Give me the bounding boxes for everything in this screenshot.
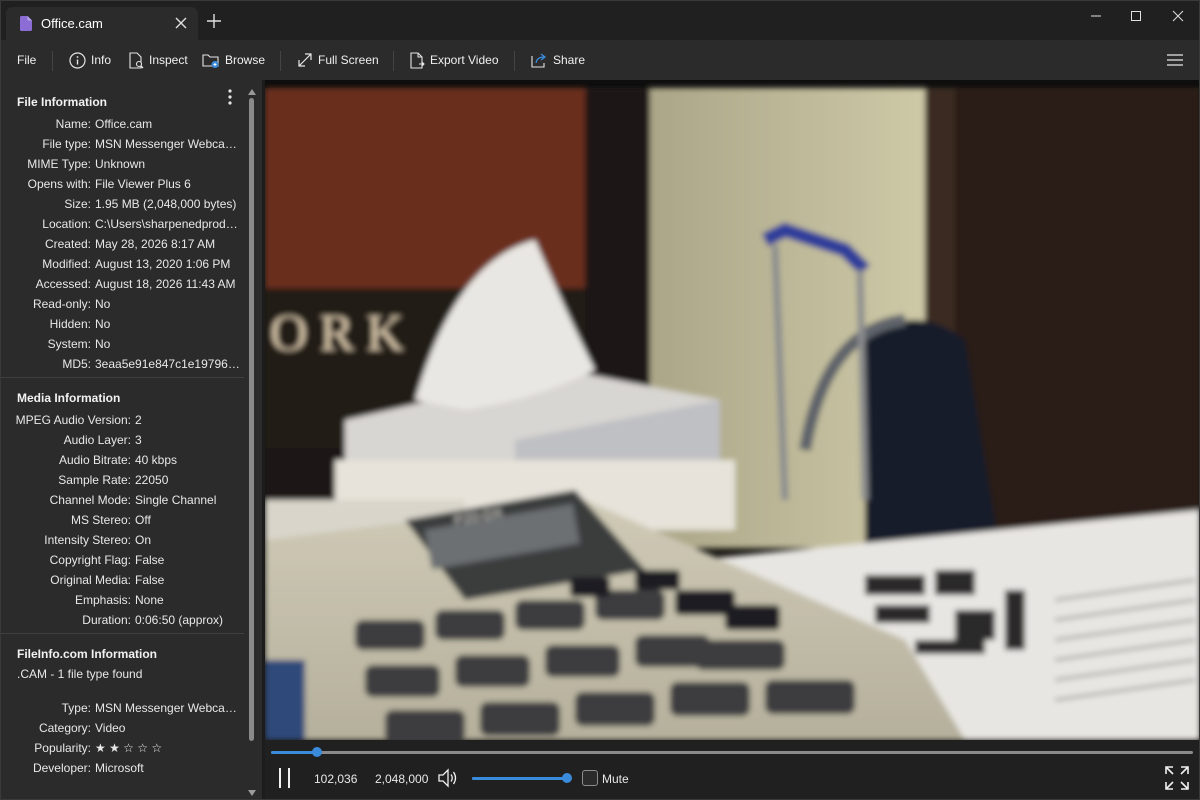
browse-folder-icon — [202, 53, 219, 68]
inspect-button[interactable]: Inspect — [129, 40, 188, 80]
media-row-audio-layer: Audio Layer: 3 — [63, 433, 142, 447]
info-row-mime-type: MIME Type: Unknown — [27, 157, 146, 171]
toolbar-divider — [514, 51, 515, 71]
fileinfo-heading: FileInfo.com Information — [17, 647, 157, 661]
expand-arrow-icon — [298, 53, 312, 67]
media-row-duration: Duration: 0:06:50 (approx) — [82, 613, 224, 627]
seek-bar[interactable] — [271, 747, 1193, 757]
window-close-icon[interactable] — [1166, 8, 1190, 24]
pause-icon[interactable] — [277, 767, 293, 792]
info-row-accessed: Accessed: August 18, 2026 11:43 AM — [35, 277, 236, 291]
info-button[interactable]: Info — [69, 40, 111, 80]
share-button[interactable]: Share — [531, 40, 585, 80]
volume-level — [472, 777, 567, 780]
info-icon — [69, 51, 86, 69]
browse-label: Browse — [225, 53, 266, 67]
toolbar-divider — [393, 51, 394, 71]
section-divider — [0, 633, 244, 634]
info-row-size: Size: 1.95 MB (2,048,000 bytes) — [64, 197, 237, 211]
fullscreen-icon[interactable] — [1164, 765, 1190, 794]
file-menu-button[interactable]: File — [17, 40, 36, 80]
toolbar-divider — [52, 51, 53, 71]
volume-slider[interactable] — [472, 773, 572, 783]
share-icon — [531, 53, 547, 68]
media-row-mpeg-version: MPEG Audio Version: 2 — [15, 413, 142, 427]
more-options-icon[interactable] — [227, 88, 233, 109]
info-label: Info — [91, 53, 112, 67]
media-row-sample-rate: Sample Rate: 22050 — [58, 473, 169, 487]
export-document-icon — [410, 51, 425, 69]
svg-text:ORK: ORK — [270, 305, 416, 362]
scroll-up-icon[interactable] — [248, 84, 256, 98]
seek-bar-thumb[interactable] — [311, 747, 322, 757]
minimize-icon[interactable] — [1084, 8, 1108, 24]
playback-length: 2,048,000 — [375, 772, 429, 786]
sidebar-scrollbar[interactable] — [247, 80, 257, 800]
close-icon[interactable] — [174, 16, 188, 33]
fileinfo-row-popularity: Popularity: ★ ★ ☆ ☆ ☆ — [0, 741, 245, 761]
scrollbar-thumb[interactable] — [249, 98, 254, 741]
plus-icon[interactable] — [206, 13, 222, 32]
inspect-label: Inspect — [149, 53, 188, 67]
info-row-system: System: No — [47, 337, 111, 351]
info-row-opens-with: Opens with: File Viewer Plus 6 — [27, 177, 191, 191]
media-row-copyright-flag: Copyright Flag: False — [49, 553, 165, 567]
info-row-created: Created: May 28, 2026 8:17 AM — [44, 237, 216, 251]
export-video-button[interactable]: Export Video — [410, 40, 499, 80]
document-tab[interactable]: Office.cam — [6, 7, 198, 40]
info-row-name: Name: Office.cam — [55, 117, 153, 131]
section-divider — [0, 377, 244, 378]
full-screen-button[interactable]: Full Screen — [297, 40, 379, 80]
inspect-icon — [129, 51, 144, 69]
media-row-audio-bitrate: Audio Bitrate: 40 kbps — [58, 453, 178, 467]
video-frame-image: ORK P20-DX — [265, 88, 1200, 740]
scroll-down-icon[interactable] — [248, 785, 256, 799]
info-sidebar: File Information Name: Office.cam File ty… — [0, 80, 262, 800]
maximize-icon[interactable] — [1124, 8, 1148, 24]
export-video-label: Export Video — [430, 53, 499, 67]
media-row-ms-stereo: MS Stereo: Off — [70, 513, 151, 527]
toolbar-divider — [280, 51, 281, 71]
video-frame[interactable]: ORK P20-DX — [265, 80, 1200, 740]
info-row-modified: Modified: August 13, 2020 1:06 PM — [42, 257, 231, 271]
media-row-channel-mode: Channel Mode: Single Channel — [49, 493, 217, 507]
info-row-hidden: Hidden: No — [49, 317, 111, 331]
hamburger-icon[interactable] — [1166, 53, 1184, 70]
file-information-heading: File Information — [17, 95, 107, 109]
info-row-location: Location:C:\Users\sharpenedproductions\D… — [42, 217, 243, 231]
toolbar: File Info Inspect Browse Full Screen Exp… — [0, 40, 1200, 80]
fileinfo-row-developer: Developer: Microsoft — [32, 761, 144, 775]
share-label: Share — [553, 53, 586, 67]
info-row-file-type: File type:MSN Messenger Webcam Video Fil… — [42, 137, 243, 151]
media-row-intensity-stereo: Intensity Stereo: On — [44, 533, 152, 547]
media-row-emphasis: Emphasis: None — [74, 593, 164, 607]
full-screen-label: Full Screen — [318, 53, 379, 67]
browse-button[interactable]: Browse — [202, 40, 265, 80]
tab-title: Office.cam — [41, 16, 103, 31]
media-row-original-media: Original Media: False — [50, 573, 165, 587]
media-information-heading: Media Information — [17, 391, 121, 405]
file-label: File — [17, 53, 37, 67]
info-row-read-only: Read-only: No — [32, 297, 111, 311]
document-purple-icon — [20, 16, 32, 34]
title-bar: Office.cam — [0, 0, 1200, 40]
speaker-icon[interactable] — [437, 767, 459, 792]
mute-checkbox[interactable] — [582, 770, 598, 786]
volume-thumb[interactable] — [562, 773, 572, 783]
file-types-found-text: .CAM - 1 file type found — [17, 667, 143, 681]
player-controls: 102,036 2,048,000 Mute — [265, 740, 1200, 800]
seek-bar-progress — [271, 751, 317, 754]
playback-position: 102,036 — [314, 772, 358, 786]
info-row-md5: MD5: 3eaa5e91e847c1e19796caa... — [62, 357, 243, 371]
fileinfo-row-category: Category: Video — [38, 721, 126, 735]
popularity-stars: ★ ★ ☆ ☆ ☆ — [95, 741, 163, 755]
mute-label: Mute — [602, 772, 629, 786]
fileinfo-row-type: Type:MSN Messenger Webcam Video File — [61, 701, 243, 715]
